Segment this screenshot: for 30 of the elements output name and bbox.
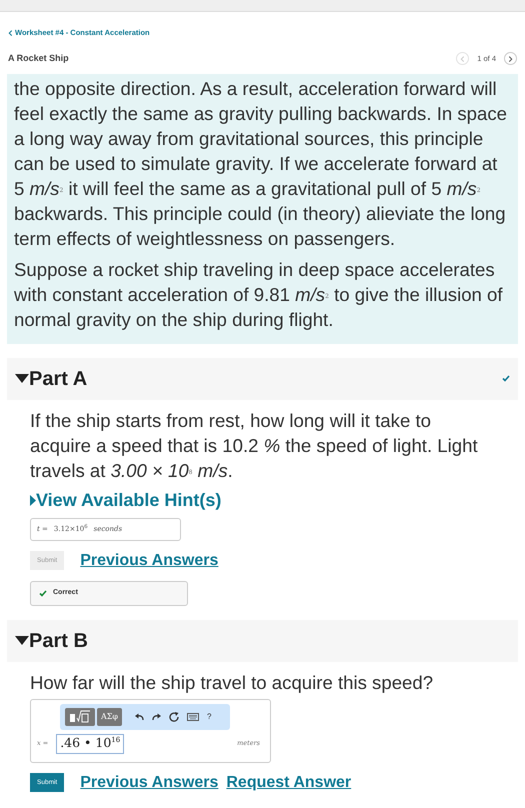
keyboard-icon bbox=[187, 712, 200, 720]
hint-link[interactable]: View Available Hint(s) bbox=[30, 486, 222, 514]
symbols-button[interactable]: ΑΣφ bbox=[97, 708, 122, 726]
chevron-icon bbox=[508, 56, 513, 62]
intro-paragraph: the opposite direction. As a result, acceleration forward will feel exactly the same as gravity pulling backwards. In space a long way away from gravitational sources, this principle can be used to simulate gravity. If we accelerate forward at 5 m/s$^{2}$ it will feel the same as a gravitational pull of 5 m/s$^{2}$ backwards. This principle could (in theory) alieviate the long term effects of weightlessness on passengers. bbox=[14, 76, 508, 250]
part-header[interactable]: Part A bbox=[7, 358, 518, 400]
reset-icon bbox=[169, 712, 180, 722]
question-text: If the ship starts from rest, how long will it take to acquire a speed that is 10.2 % the speed of light. Light travels at 3.00 × 10$^{8}$ m/s. bbox=[30, 408, 479, 482]
caret-icon bbox=[30, 494, 36, 506]
answer-link[interactable]: Previous Answers bbox=[80, 548, 218, 572]
math-input[interactable]: .46 • 10$^{16}$ bbox=[56, 734, 124, 754]
page-title: A Rocket Ship bbox=[8, 52, 69, 65]
answer-link[interactable]: Previous Answers bbox=[80, 770, 218, 794]
part-header[interactable]: Part B bbox=[7, 620, 518, 662]
chevron-icon bbox=[460, 56, 466, 62]
part-title: Part B bbox=[29, 628, 88, 654]
answer-link[interactable]: Request Answer bbox=[226, 770, 352, 794]
part-title: Part A bbox=[29, 366, 88, 392]
caret-icon bbox=[15, 374, 29, 383]
question-text: How far will the ship travel to acquire this speed? bbox=[30, 670, 434, 694]
next-button[interactable] bbox=[504, 52, 517, 66]
chevron-icon bbox=[8, 30, 13, 36]
undo-icon bbox=[135, 712, 144, 720]
help-button[interactable]: ? bbox=[204, 708, 214, 726]
check-icon bbox=[39, 590, 47, 596]
check-icon bbox=[502, 375, 510, 382]
templates-button[interactable] bbox=[65, 708, 95, 726]
intro-paragraph: Suppose a rocket ship traveling in deep space accelerates with constant acceleration of 9.81 m/s$^{2}$ to give the illusion of normal gravity on the ship during flight. bbox=[14, 258, 504, 332]
caret-icon bbox=[15, 636, 29, 645]
redo-icon bbox=[152, 712, 162, 720]
